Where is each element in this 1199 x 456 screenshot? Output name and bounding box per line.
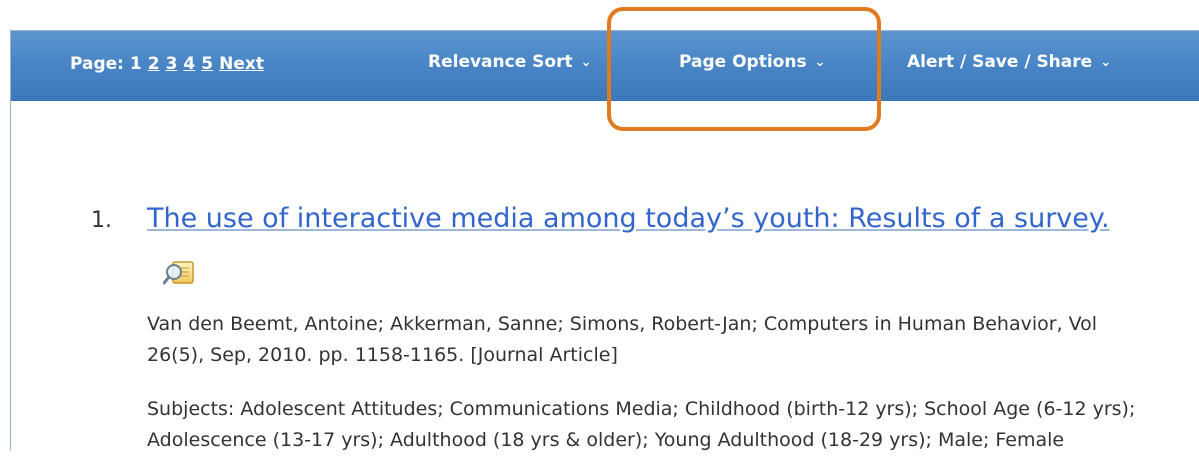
chevron-down-icon: ⌄ xyxy=(580,55,592,70)
page-link-5[interactable]: 5 xyxy=(201,54,213,74)
pagination: Page: 1 2 3 4 5 Next xyxy=(66,54,264,74)
result-citation: Van den Beemt, Antoine; Akkerman, Sanne;… xyxy=(147,313,1098,366)
current-page-label: Page: 1 xyxy=(70,54,142,74)
result-title-link[interactable]: The use of interactive media among today… xyxy=(147,203,1110,234)
results-panel: Page: 1 2 3 4 5 Next Relevance Sort ⌄ Page Opt… xyxy=(10,30,1199,451)
relevance-sort-label: Relevance Sort xyxy=(428,52,573,72)
page-options-highlight-box xyxy=(607,7,881,131)
result-number: 1. xyxy=(91,208,112,233)
alert-save-share-menu[interactable]: Alert / Save / Share ⌄ xyxy=(907,52,1111,72)
page-link-2[interactable]: 2 xyxy=(148,54,160,74)
chevron-down-icon: ⌄ xyxy=(1100,55,1112,70)
relevance-sort-menu[interactable]: Relevance Sort ⌄ xyxy=(428,52,592,72)
results-toolbar: Page: 1 2 3 4 5 Next Relevance Sort ⌄ Page Opt… xyxy=(11,31,1199,101)
next-page-link[interactable]: Next xyxy=(219,54,264,74)
page-link-3[interactable]: 3 xyxy=(166,54,178,74)
alert-save-share-label: Alert / Save / Share xyxy=(907,52,1093,72)
magnifier-document-icon[interactable] xyxy=(162,259,197,287)
page-link-4[interactable]: 4 xyxy=(183,54,195,74)
result-subjects: Subjects: Adolescent Attitudes; Communic… xyxy=(147,398,1136,451)
